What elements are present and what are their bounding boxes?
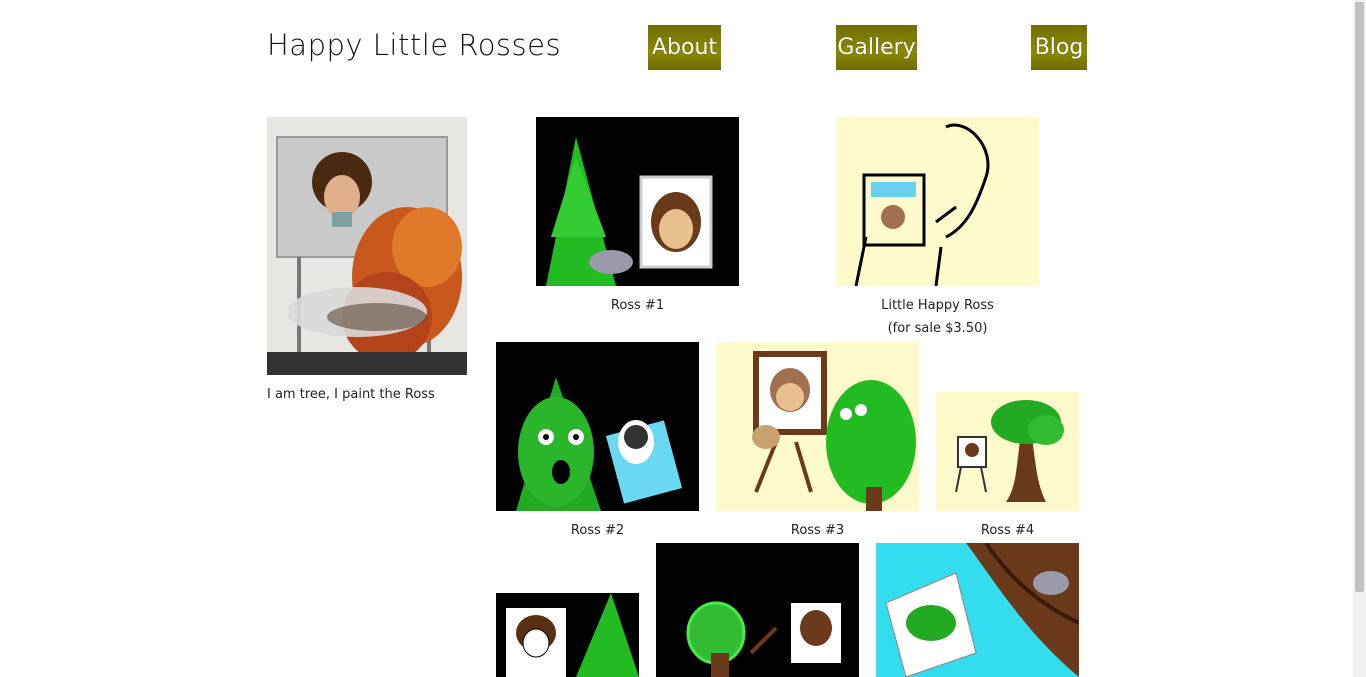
gallery-image-ross-4[interactable] <box>936 392 1079 511</box>
caption-little-happy-ross-2: (for sale $3.50) <box>887 321 988 336</box>
caption-ross-1: Ross #1 <box>610 298 665 313</box>
nav-blog-button[interactable]: Blog <box>1031 25 1087 70</box>
gallery-image-ross-1[interactable] <box>536 117 739 286</box>
gallery-image-ross-3[interactable] <box>716 342 919 511</box>
sidebar-photo <box>267 117 467 375</box>
site-title: Happy Little Rosses <box>267 28 562 62</box>
caption-ross-4: Ross #4 <box>980 523 1035 538</box>
gallery-image-little-happy-ross[interactable] <box>836 117 1039 286</box>
scrollbar-thumb[interactable] <box>1355 2 1364 592</box>
nav-gallery-button[interactable]: Gallery <box>836 25 917 70</box>
gallery-image-ross-5[interactable] <box>496 593 639 677</box>
vertical-scrollbar[interactable] <box>1353 0 1366 677</box>
caption-ross-2: Ross #2 <box>570 523 625 538</box>
gallery-image-ross-6[interactable] <box>656 543 859 677</box>
gallery-image-ross-2[interactable] <box>496 342 699 511</box>
gallery-image-ross-7[interactable] <box>876 543 1079 677</box>
sidebar-caption: I am tree, I paint the Ross <box>267 387 435 402</box>
caption-little-happy-ross-1: Little Happy Ross <box>881 298 994 313</box>
nav-about-button[interactable]: About <box>648 25 721 70</box>
caption-ross-3: Ross #3 <box>790 523 845 538</box>
